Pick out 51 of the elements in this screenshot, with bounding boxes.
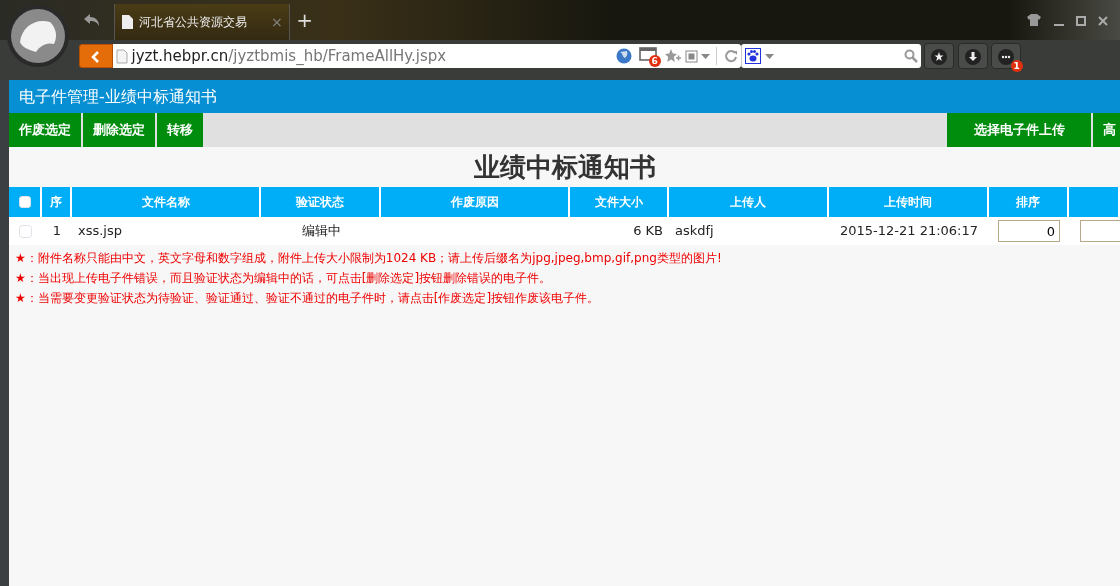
page-heading: 业绩中标通知书 (473, 152, 656, 182)
table-cell-text: 1 (51, 222, 63, 241)
bookmark-button[interactable] (924, 43, 955, 69)
table-cell-text: 编辑中 (300, 222, 342, 241)
new-tab-button[interactable]: + (290, 5, 319, 35)
toolbar-button[interactable]: 选择电子件上传 (947, 113, 1091, 147)
column-header: 作废原因 (381, 187, 570, 217)
table-cell-text: 2015-12-21 21:06:17 (838, 222, 980, 241)
column-header: 上传人 (669, 187, 829, 217)
column-header: 文件大小 (570, 187, 669, 217)
checkbox[interactable] (19, 224, 32, 238)
tab-close-button[interactable]: × (271, 11, 283, 33)
back-icon[interactable] (83, 13, 102, 27)
url-text[interactable]: jyzt.hebpr.cn/jyztbmis_hb/FrameAllHy.jspx (131, 44, 613, 68)
search-field[interactable] (741, 44, 921, 68)
table-cell-text: 6 KB (632, 222, 664, 241)
star-plus-icon[interactable] (665, 49, 682, 63)
address-bar[interactable]: jyzt.hebpr.cn/jyztbmis_hb/FrameAllHy.jspx 6 (113, 44, 741, 68)
reload-icon[interactable] (723, 49, 738, 63)
browser-tab[interactable]: 河北省公共资源交易 × (114, 4, 291, 40)
note-text: ★：附件名称只能由中文，英文字母和数字组成，附件上传大小限制为1024 KB；请上传后缀名为jpg,jpeg,bmp,gif,png类型的图片! (14, 250, 723, 268)
paw-icon[interactable] (745, 48, 762, 64)
column-header: 上传时间 (829, 187, 989, 217)
checkbox[interactable] (18, 196, 31, 208)
page-icon (116, 48, 129, 64)
column-header: 排序 (989, 187, 1069, 217)
chevron-left-icon (91, 50, 101, 63)
toolbar-button[interactable]: 高 (1093, 113, 1120, 147)
sort-field[interactable]: 0 (998, 220, 1060, 242)
toolbar-button[interactable]: 转移 (157, 113, 203, 147)
document-icon (121, 15, 133, 29)
globe-icon[interactable] (616, 48, 633, 64)
note-text: ★：当需要变更验证状态为待验证、验证通过、验证不通过的电子件时，请点击[作废选定]按钮作废该电子件。 (14, 290, 601, 308)
back-button[interactable] (79, 44, 113, 68)
table-cell-text: askdfj (674, 222, 715, 241)
more-icon (997, 48, 1014, 65)
caret-icon[interactable] (764, 53, 774, 59)
note-text: ★：当出现上传电子件错误，而且验证状态为编辑中的话，可点击[删除选定]按钮删除错误的电子件。 (14, 270, 553, 288)
panel-title: 电子件管理-业绩中标通知书 (19, 85, 217, 108)
toolbar-button[interactable]: 作废选定 (9, 113, 81, 147)
column-header: 验证状态 (261, 187, 381, 217)
search-icon[interactable] (903, 49, 918, 63)
column-header: 文件名称 (72, 187, 261, 217)
toolbar-button[interactable]: 删除选定 (83, 113, 155, 147)
caret-icon[interactable] (700, 53, 710, 59)
sort-field[interactable] (1080, 220, 1120, 242)
download-button[interactable] (957, 43, 988, 69)
column-header: 序 (42, 187, 72, 217)
menu-button[interactable]: 1 (990, 43, 1021, 69)
download-icon (964, 48, 981, 65)
table-cell-text: xss.jsp (77, 222, 123, 241)
